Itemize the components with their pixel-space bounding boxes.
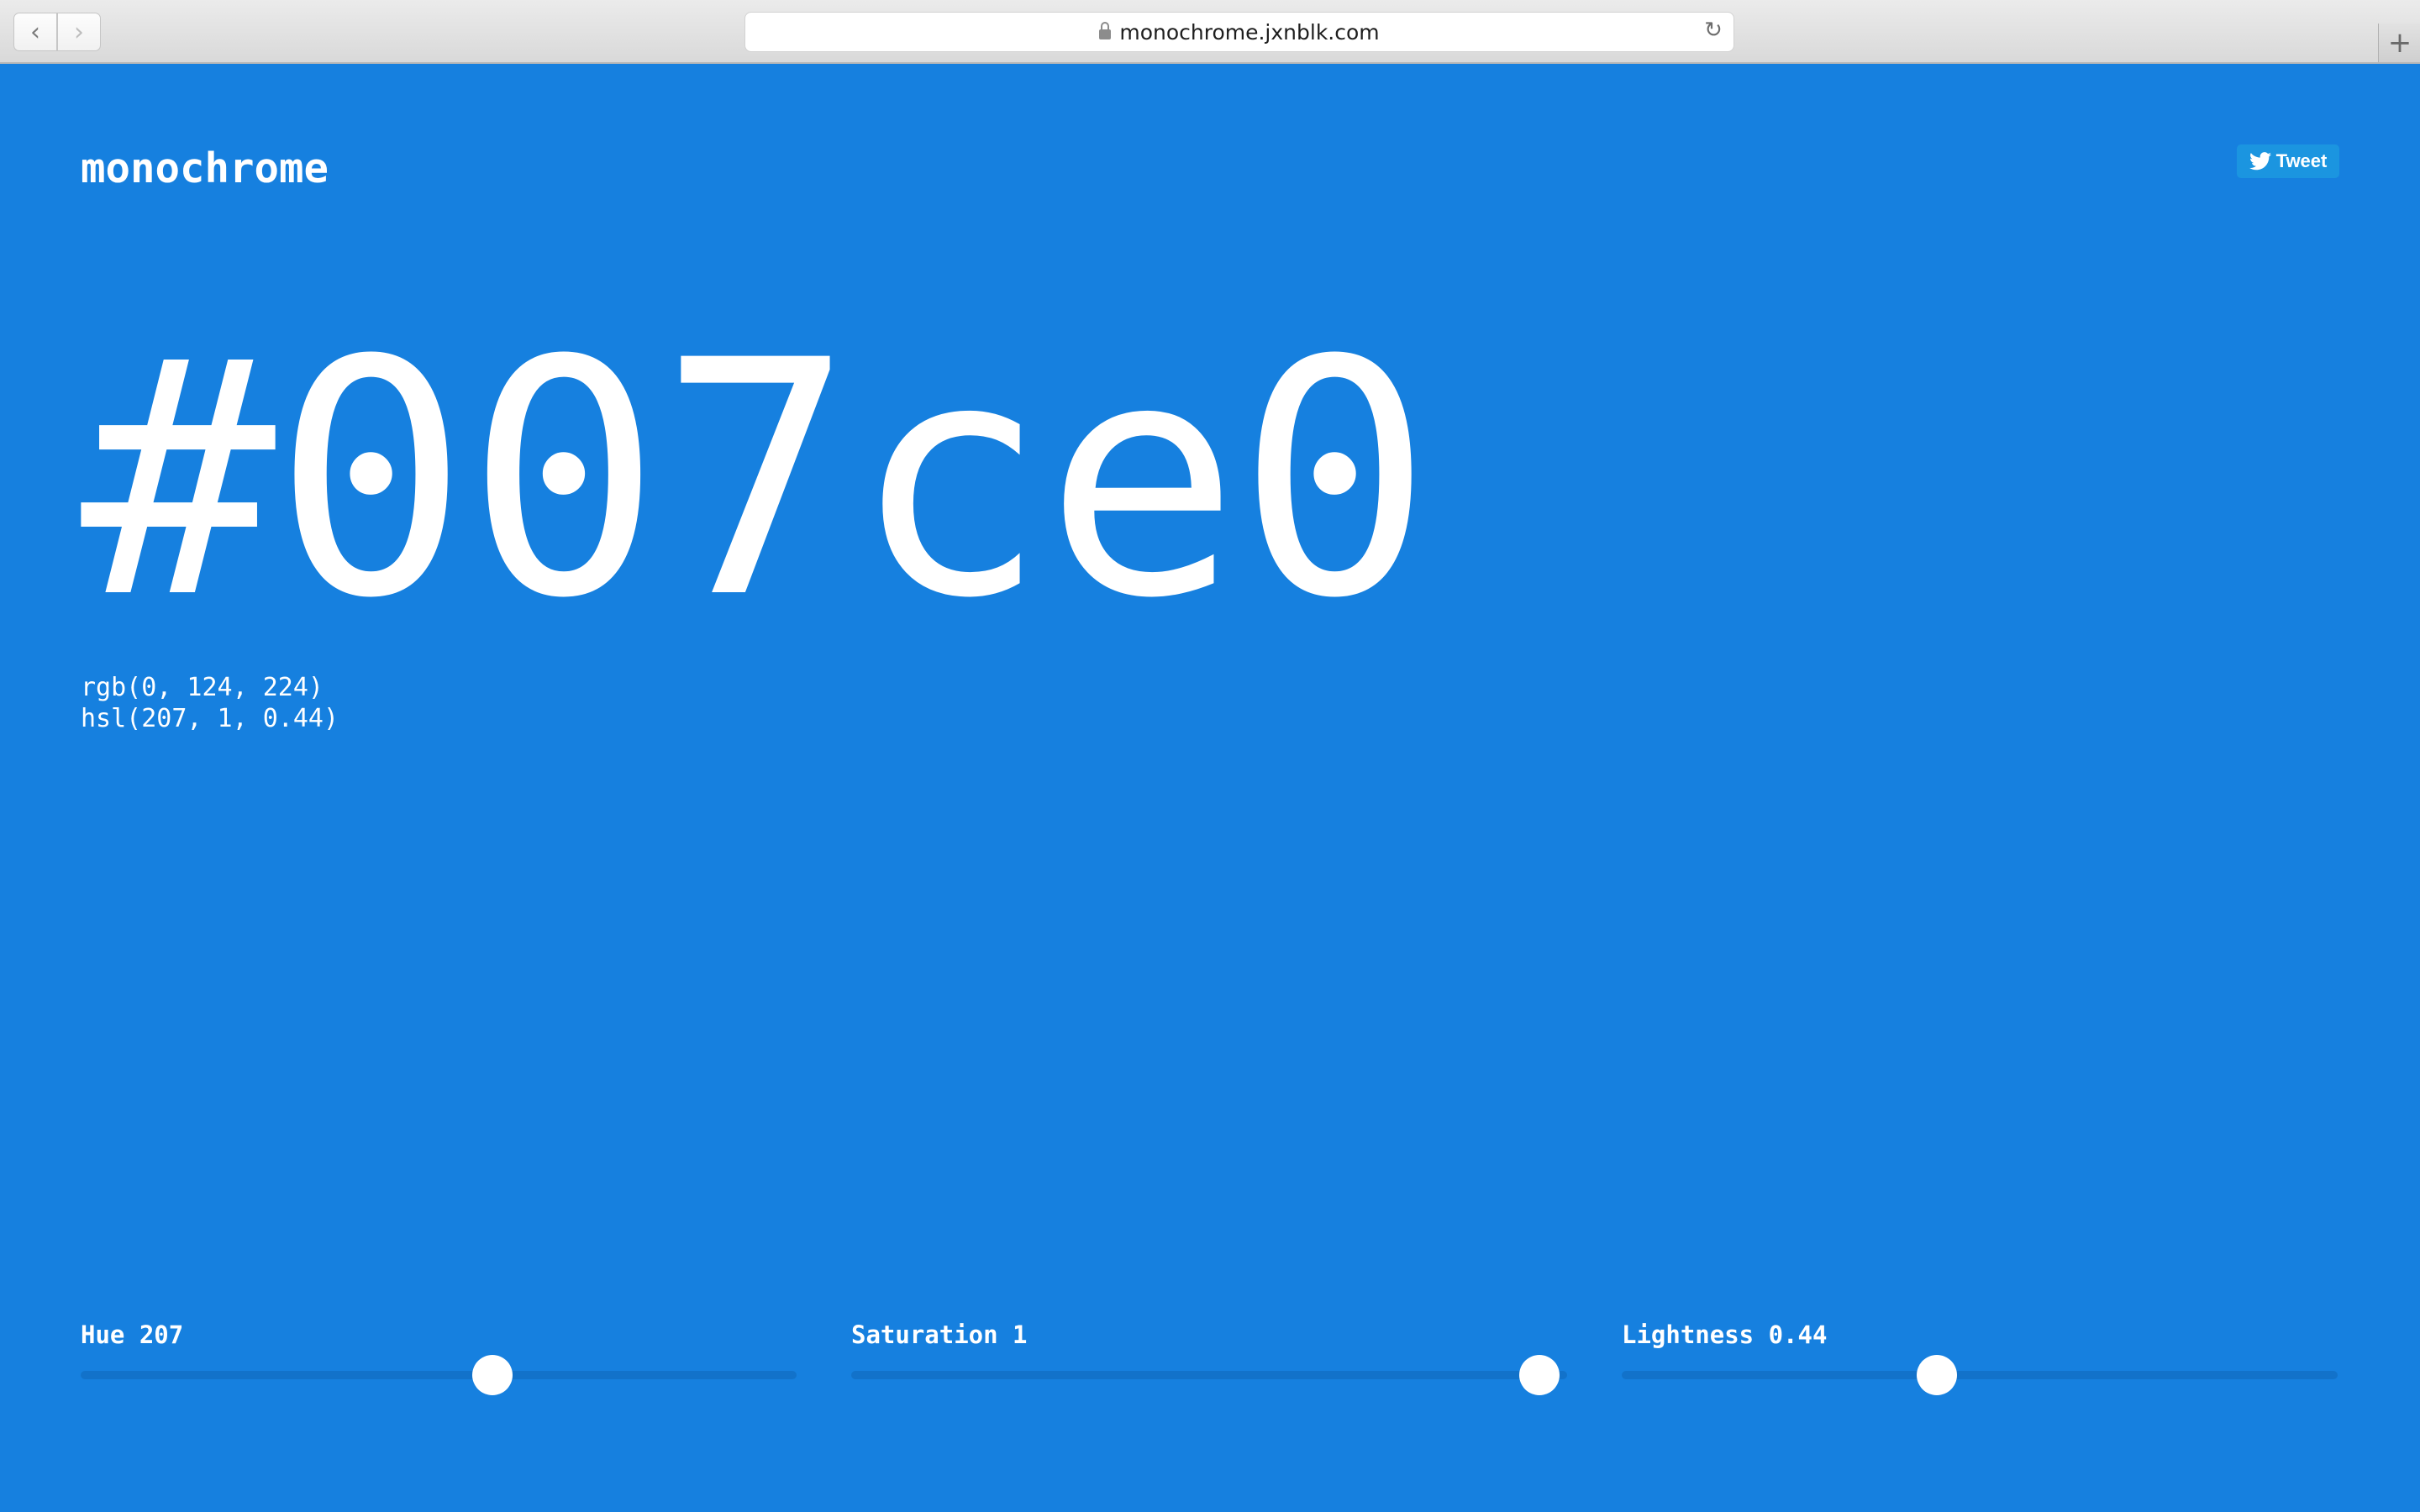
- twitter-bird-icon: [2249, 152, 2271, 171]
- saturation-slider-thumb[interactable]: [1519, 1355, 1560, 1395]
- forward-button[interactable]: ›: [57, 13, 101, 51]
- lightness-slider-thumb[interactable]: [1917, 1355, 1957, 1395]
- chevron-right-icon: ›: [74, 17, 84, 47]
- lightness-slider-track[interactable]: [1622, 1371, 2338, 1379]
- hex-color-display: #007ce0: [81, 292, 1433, 669]
- site-title: monochrome: [81, 144, 329, 192]
- new-tab-button[interactable]: +: [2378, 24, 2420, 62]
- browser-toolbar: ‹ › monochrome.jxnblk.com ↻ +: [0, 0, 2420, 64]
- tweet-button[interactable]: Tweet: [2237, 144, 2339, 178]
- plus-icon: +: [2387, 26, 2412, 60]
- color-values: rgb(0, 124, 224) hsl(207, 1, 0.44): [81, 672, 339, 734]
- chevron-left-icon: ‹: [30, 17, 40, 47]
- saturation-slider-track[interactable]: [851, 1371, 1567, 1379]
- lock-icon: [1099, 22, 1112, 39]
- tweet-label: Tweet: [2275, 150, 2328, 171]
- hsl-value: hsl(207, 1, 0.44): [81, 704, 339, 733]
- address-bar[interactable]: monochrome.jxnblk.com ↻: [744, 12, 1734, 52]
- rgb-value: rgb(0, 124, 224): [81, 673, 324, 702]
- saturation-label: Saturation 1: [851, 1320, 1028, 1349]
- hue-label: Hue 207: [81, 1320, 184, 1349]
- saturation-slider-group: Saturation 1: [851, 1320, 1567, 1404]
- url-text: monochrome.jxnblk.com: [1119, 19, 1380, 45]
- hue-slider-group: Hue 207: [81, 1320, 797, 1404]
- reload-icon[interactable]: ↻: [1703, 19, 1723, 41]
- lightness-slider-group: Lightness 0.44: [1622, 1320, 2338, 1404]
- hue-slider-track[interactable]: [81, 1371, 797, 1379]
- lightness-label: Lightness 0.44: [1622, 1320, 1828, 1349]
- hue-slider-thumb[interactable]: [472, 1355, 513, 1395]
- back-button[interactable]: ‹: [13, 13, 57, 51]
